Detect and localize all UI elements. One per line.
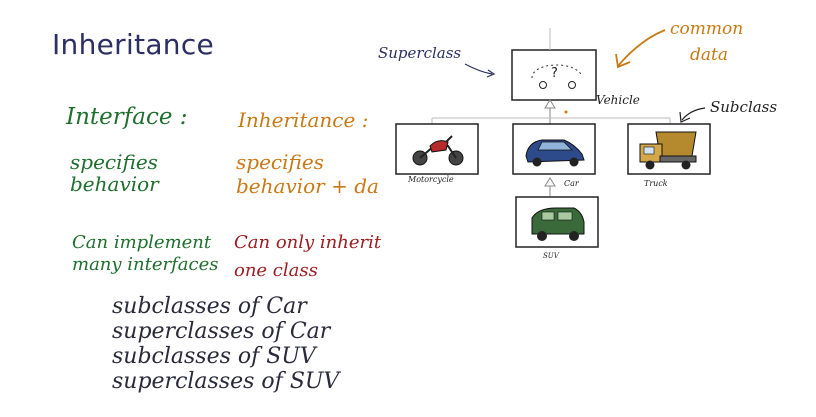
common-data-label-line1: common [670, 19, 743, 39]
question-item: subclasses of Car [112, 294, 307, 319]
subclass-label: Subclass [710, 98, 777, 116]
page-title: Inheritance [52, 28, 215, 61]
question-item: superclasses of SUV [112, 369, 340, 394]
superclass-arrow [464, 63, 493, 75]
interface-specifies-line2: behavior [70, 172, 159, 196]
inheritance-specifies-line2: behavior + da [236, 174, 379, 198]
interface-can-line2: many interfaces [72, 254, 219, 275]
common-data-label-line2: data [690, 45, 728, 65]
vehicle-label: Vehicle [596, 93, 640, 107]
interface-heading: Interface : [66, 104, 188, 130]
inheritance-can-line2: one class [234, 260, 318, 281]
inherit-arrowhead-suv [544, 177, 556, 187]
car-label: Car [564, 179, 580, 188]
superclass-label: Superclass [378, 44, 461, 62]
interface-can-line1: Can implement [72, 232, 212, 253]
inherit-mark [564, 110, 568, 114]
inherit-arrowhead-main [544, 99, 556, 109]
common-data-arrow [617, 29, 666, 67]
question-item: superclasses of Car [112, 319, 331, 344]
inheritance-specifies-line1: specifies [236, 150, 324, 174]
inheritance-heading: Inheritance : [238, 108, 369, 132]
vehicle-question-mark: ? [551, 66, 558, 81]
question-item: subclasses of SUV [112, 344, 316, 369]
subclass-arrow [681, 107, 706, 121]
inheritance-diagram: ? Superclass common data Vehicle Subclas… [378, 19, 777, 260]
motorcycle-label: Motorcycle [407, 175, 454, 184]
truck-label: Truck [644, 179, 668, 188]
interface-specifies-line1: specifies [70, 150, 158, 174]
suv-label: SUV [543, 252, 560, 260]
question-list: subclasses of Car superclasses of Car su… [112, 294, 339, 394]
